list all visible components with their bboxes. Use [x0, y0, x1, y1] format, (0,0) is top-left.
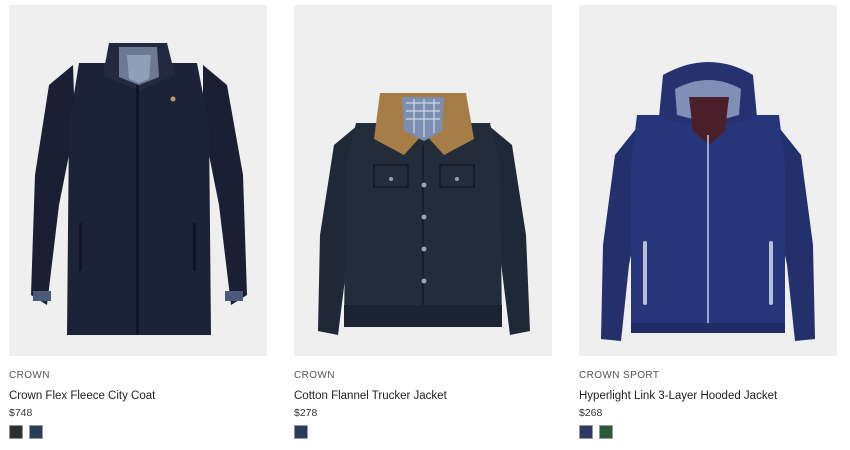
color-swatch-dark-olive[interactable]: [9, 425, 23, 439]
product-brand: CROWN: [9, 370, 50, 381]
product-image[interactable]: [579, 5, 837, 356]
hooded-jacket-illustration: [601, 62, 815, 341]
color-swatches: [294, 425, 552, 439]
color-swatch-navy[interactable]: [29, 425, 43, 439]
product-card[interactable]: CROWN SPORT Hyperlight Link 3-Layer Hood…: [579, 5, 837, 439]
product-price: $748: [9, 407, 33, 419]
product-price: $278: [294, 407, 318, 419]
color-swatch-green[interactable]: [599, 425, 613, 439]
product-price: $268: [579, 407, 603, 419]
trucker-jacket-illustration: [318, 93, 530, 335]
product-title[interactable]: Hyperlight Link 3-Layer Hooded Jacket: [579, 389, 837, 404]
product-brand: CROWN SPORT: [579, 370, 660, 381]
product-image[interactable]: [9, 5, 267, 356]
color-swatches: [9, 425, 267, 439]
product-title[interactable]: Crown Flex Fleece City Coat: [9, 389, 267, 404]
product-card[interactable]: CROWN Cotton Flannel Trucker Jacket $278: [294, 5, 552, 439]
product-brand: CROWN: [294, 370, 335, 381]
color-swatch-navy[interactable]: [579, 425, 593, 439]
color-swatch-navy[interactable]: [294, 425, 308, 439]
product-title[interactable]: Cotton Flannel Trucker Jacket: [294, 389, 552, 404]
product-image[interactable]: [294, 5, 552, 356]
product-card[interactable]: CROWN Crown Flex Fleece City Coat $748: [9, 5, 267, 439]
color-swatches: [579, 425, 837, 439]
coat-illustration: [31, 43, 247, 335]
